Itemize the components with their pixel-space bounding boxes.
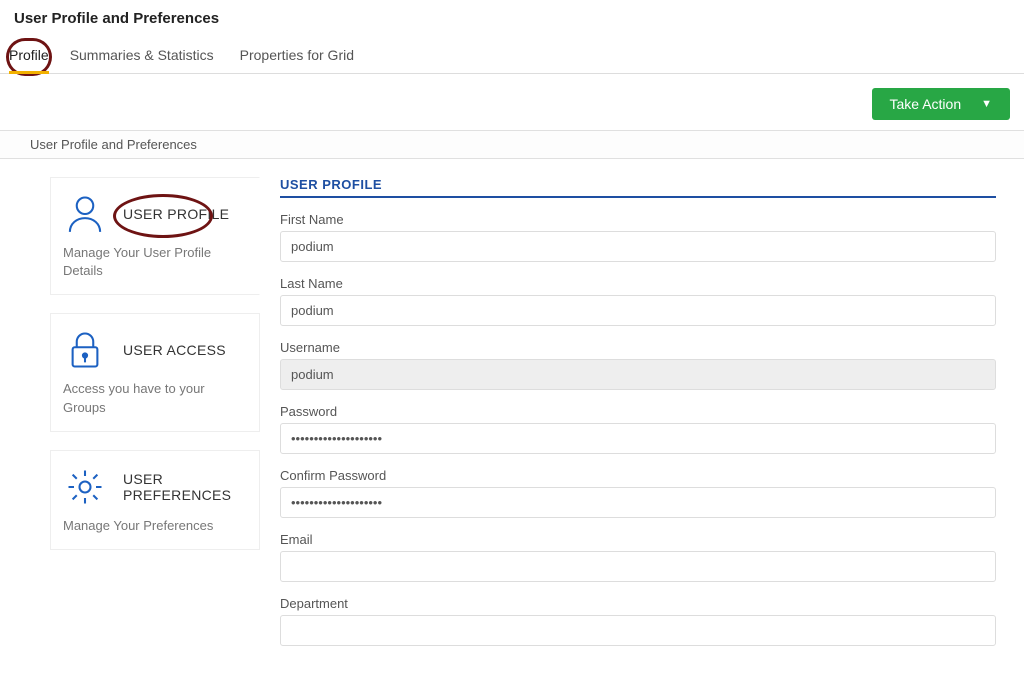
- user-icon: [63, 192, 107, 236]
- sidebar-item-title: USER ACCESS: [123, 342, 226, 358]
- last-name-label: Last Name: [280, 276, 996, 291]
- password-label: Password: [280, 404, 996, 419]
- sidebar: USER PROFILE Manage Your User Profile De…: [0, 163, 270, 674]
- tab-properties-label: Properties for Grid: [240, 47, 354, 63]
- caret-down-icon: ▼: [981, 98, 992, 110]
- sidebar-item-user-profile[interactable]: USER PROFILE Manage Your User Profile De…: [50, 177, 260, 295]
- tab-properties[interactable]: Properties for Grid: [240, 41, 354, 73]
- sidebar-item-user-preferences[interactable]: USER PREFERENCES Manage Your Preferences: [50, 450, 260, 550]
- sidebar-item-desc: Access you have to your Groups: [63, 380, 247, 416]
- username-label: Username: [280, 340, 996, 355]
- sidebar-item-user-access[interactable]: USER ACCESS Access you have to your Grou…: [50, 313, 260, 431]
- breadcrumb: User Profile and Preferences: [0, 130, 1024, 159]
- sidebar-item-desc: Manage Your User Profile Details: [63, 244, 247, 280]
- username-field: [280, 359, 996, 390]
- last-name-field[interactable]: [280, 295, 996, 326]
- form-area: USER PROFILE First Name Last Name Userna…: [270, 163, 1024, 674]
- tab-summaries-label: Summaries & Statistics: [70, 47, 214, 63]
- breadcrumb-text: User Profile and Preferences: [30, 137, 197, 152]
- department-field[interactable]: [280, 615, 996, 646]
- tab-profile[interactable]: Profile: [6, 38, 52, 76]
- take-action-button[interactable]: Take Action ▼: [872, 88, 1011, 120]
- password-field[interactable]: [280, 423, 996, 454]
- form-title: USER PROFILE: [280, 177, 996, 198]
- email-label: Email: [280, 532, 996, 547]
- confirm-password-field[interactable]: [280, 487, 996, 518]
- confirm-password-label: Confirm Password: [280, 468, 996, 483]
- tab-summaries[interactable]: Summaries & Statistics: [70, 41, 214, 73]
- take-action-label: Take Action: [890, 96, 962, 112]
- action-row: Take Action ▼: [0, 74, 1024, 130]
- gear-icon: [63, 465, 107, 509]
- first-name-label: First Name: [280, 212, 996, 227]
- first-name-field[interactable]: [280, 231, 996, 262]
- department-label: Department: [280, 596, 996, 611]
- sidebar-item-title: USER PREFERENCES: [123, 471, 247, 503]
- top-tabs: Profile Summaries & Statistics Propertie…: [0, 35, 1024, 74]
- email-field[interactable]: [280, 551, 996, 582]
- tab-profile-label: Profile: [9, 47, 49, 63]
- sidebar-item-title: USER PROFILE: [123, 206, 229, 222]
- lock-icon: [63, 328, 107, 372]
- sidebar-item-desc: Manage Your Preferences: [63, 517, 247, 535]
- page-title: User Profile and Preferences: [0, 0, 1024, 35]
